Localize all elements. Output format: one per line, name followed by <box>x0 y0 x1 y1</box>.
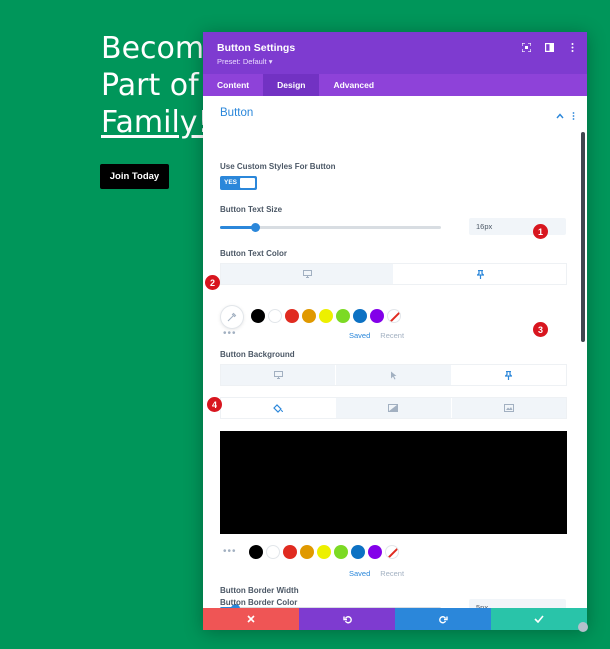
hero-line-2: Part of <box>101 68 199 103</box>
settings-scrollbar[interactable] <box>581 132 585 342</box>
background-type-tabs <box>220 397 567 419</box>
more-options-icon[interactable] <box>568 43 577 52</box>
tab-advanced[interactable]: Advanced <box>319 74 388 96</box>
redo-button[interactable] <box>395 608 491 630</box>
color-swatch[interactable] <box>285 309 299 323</box>
color-swatch[interactable] <box>353 309 367 323</box>
color-swatch[interactable] <box>317 545 331 559</box>
cursor-icon <box>390 371 397 379</box>
callout-badge-2: 2 <box>205 275 220 290</box>
more-swatches-icon[interactable]: ••• <box>223 546 237 557</box>
background-color-swatches <box>249 545 399 559</box>
color-swatch[interactable] <box>336 309 350 323</box>
desktop-tab[interactable] <box>221 365 337 385</box>
check-icon <box>534 615 544 623</box>
paint-bucket-icon <box>273 403 284 413</box>
color-swatch[interactable] <box>302 309 316 323</box>
saved-colors-tab[interactable]: Saved <box>349 569 370 578</box>
undo-button[interactable] <box>299 608 395 630</box>
text-color-state-tabs <box>220 263 567 285</box>
color-swatch[interactable] <box>351 545 365 559</box>
hover-tab[interactable] <box>336 365 452 385</box>
slider-handle[interactable] <box>251 223 261 232</box>
callout-badge-4: 4 <box>207 397 222 412</box>
more-swatches-icon[interactable]: ••• <box>223 328 237 339</box>
color-swatch[interactable] <box>319 309 333 323</box>
modal-title: Button Settings <box>217 42 296 54</box>
border-width-label: Button Border Width <box>220 586 299 595</box>
color-swatch[interactable] <box>251 309 265 323</box>
preset-dropdown[interactable]: Preset: Default ▾ <box>217 57 272 66</box>
hero-line-1: Becom <box>101 31 205 66</box>
recent-colors-tab[interactable]: Recent <box>380 569 404 578</box>
section-title[interactable]: Button <box>220 107 253 119</box>
toggle-yes-text: YES <box>224 179 238 186</box>
fullscreen-icon[interactable] <box>522 43 531 52</box>
border-color-label: Button Border Color <box>220 598 298 607</box>
pin-icon <box>505 370 513 380</box>
custom-styles-label: Use Custom Styles For Button <box>220 162 336 171</box>
color-swatch[interactable] <box>334 545 348 559</box>
color-swatch[interactable] <box>370 309 384 323</box>
redo-icon <box>438 615 448 623</box>
settings-body: Button Use Custom Styles For Button YES … <box>203 96 587 608</box>
background-color-tab[interactable] <box>221 398 337 418</box>
background-color-preview[interactable] <box>220 431 567 534</box>
recent-colors-tab[interactable]: Recent <box>380 331 404 340</box>
desktop-icon <box>302 270 312 278</box>
image-icon <box>503 404 514 412</box>
modal-footer <box>203 608 587 630</box>
no-color-swatch[interactable] <box>385 545 399 559</box>
text-color-label: Button Text Color <box>220 249 287 258</box>
chevron-up-icon[interactable] <box>556 107 564 125</box>
eyedropper-icon <box>227 312 237 322</box>
callout-badge-3: 3 <box>533 322 548 337</box>
border-width-input[interactable]: 5px <box>469 599 566 608</box>
callout-badge-1: 1 <box>533 224 548 239</box>
hero-line-3: Family! <box>101 105 210 140</box>
text-color-swatches <box>251 309 401 323</box>
sticky-tab[interactable] <box>394 264 566 284</box>
background-label: Button Background <box>220 350 295 359</box>
text-size-input[interactable]: 16px <box>469 218 566 235</box>
section-more-icon[interactable] <box>572 107 575 125</box>
resize-handle[interactable] <box>578 622 588 632</box>
tab-design[interactable]: Design <box>263 74 320 96</box>
sticky-tab[interactable] <box>451 365 566 385</box>
toggle-knob <box>240 178 255 188</box>
pin-icon <box>476 269 484 279</box>
color-swatch[interactable] <box>283 545 297 559</box>
color-picker-button[interactable] <box>221 306 243 328</box>
close-icon <box>247 615 255 623</box>
desktop-icon <box>273 371 283 379</box>
join-today-button[interactable]: Join Today <box>100 164 169 189</box>
color-swatch[interactable] <box>266 545 280 559</box>
color-swatch[interactable] <box>368 545 382 559</box>
undo-icon <box>342 615 352 623</box>
background-image-tab[interactable] <box>451 398 566 418</box>
no-color-swatch[interactable] <box>387 309 401 323</box>
background-state-tabs <box>220 364 567 386</box>
hero-heading: Becom Part of Family! <box>101 30 210 141</box>
save-button[interactable] <box>491 608 587 630</box>
discard-button[interactable] <box>203 608 299 630</box>
gradient-icon <box>388 404 399 412</box>
tab-content[interactable]: Content <box>203 74 263 96</box>
modal-header: Button Settings Preset: Default ▾ <box>203 32 587 74</box>
desktop-tab[interactable] <box>221 264 394 284</box>
custom-styles-toggle[interactable]: YES <box>220 176 257 190</box>
saved-colors-tab[interactable]: Saved <box>349 331 370 340</box>
split-view-icon[interactable] <box>545 43 554 52</box>
text-size-slider[interactable] <box>220 223 441 232</box>
color-swatch[interactable] <box>268 309 282 323</box>
settings-tabs: Content Design Advanced <box>203 74 587 96</box>
background-gradient-tab[interactable] <box>336 398 452 418</box>
slider-fill <box>220 226 256 229</box>
text-size-label: Button Text Size <box>220 205 283 214</box>
color-swatch[interactable] <box>300 545 314 559</box>
button-settings-modal: Button Settings Preset: Default ▾ Conten… <box>203 32 587 630</box>
color-swatch[interactable] <box>249 545 263 559</box>
